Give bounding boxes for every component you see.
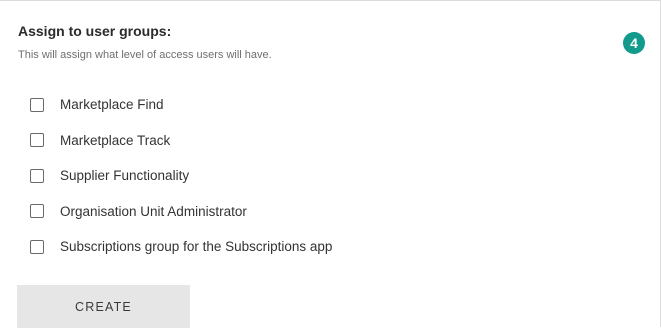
group-option-marketplace-find[interactable]: Marketplace Find bbox=[30, 87, 332, 123]
section-heading: Assign to user groups: bbox=[18, 23, 172, 39]
group-label: Organisation Unit Administrator bbox=[60, 203, 247, 219]
group-option-supplier-functionality[interactable]: Supplier Functionality bbox=[30, 158, 332, 194]
user-group-list: Marketplace Find Marketplace Track Suppl… bbox=[30, 87, 332, 265]
checkbox[interactable] bbox=[30, 168, 44, 183]
group-option-subscriptions-group[interactable]: Subscriptions group for the Subscription… bbox=[30, 229, 332, 265]
checkbox[interactable] bbox=[30, 204, 44, 219]
create-button[interactable]: CREATE bbox=[17, 285, 190, 328]
step-number-badge: 4 bbox=[623, 32, 645, 54]
checkbox[interactable] bbox=[30, 133, 44, 148]
group-label: Subscriptions group for the Subscription… bbox=[60, 239, 333, 255]
checkbox[interactable] bbox=[30, 97, 44, 112]
group-label: Marketplace Find bbox=[60, 97, 164, 113]
assign-user-groups-panel: Assign to user groups: This will assign … bbox=[0, 0, 661, 328]
group-label: Marketplace Track bbox=[60, 132, 171, 148]
checkbox[interactable] bbox=[30, 239, 44, 254]
group-option-organisation-unit-administrator[interactable]: Organisation Unit Administrator bbox=[30, 194, 332, 230]
group-option-marketplace-track[interactable]: Marketplace Track bbox=[30, 123, 332, 159]
group-label: Supplier Functionality bbox=[60, 168, 190, 184]
section-description: This will assign what level of access us… bbox=[18, 49, 272, 61]
